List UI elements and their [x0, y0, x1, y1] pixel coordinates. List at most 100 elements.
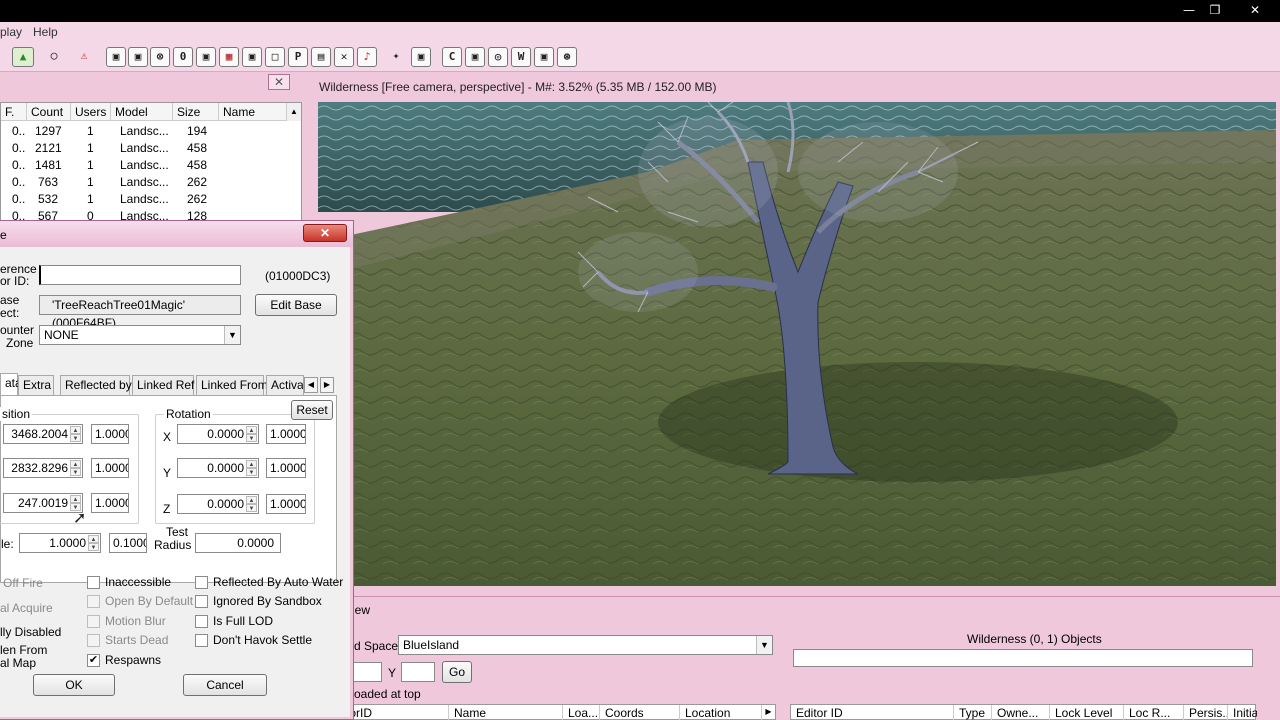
table-row[interactable]: 0.. 763 1 Landsc... 262	[1, 173, 287, 190]
position-z-scale[interactable]: 1.0000	[91, 493, 129, 513]
open-by-default-checkbox[interactable]	[87, 595, 100, 608]
column-header[interactable]: Initial	[1228, 705, 1257, 720]
maximize-icon[interactable]: ❐	[1204, 2, 1226, 18]
starts-dead-checkbox[interactable]	[87, 634, 100, 647]
cube-icon[interactable]: ▣	[106, 47, 126, 67]
tab-scroll-left-icon[interactable]: ◀	[304, 377, 318, 393]
room-icon[interactable]: ▤	[311, 47, 331, 67]
column-header[interactable]: Count	[27, 103, 71, 121]
spin-up-icon[interactable]: ▲	[70, 460, 81, 468]
close-icon[interactable]: ✕	[303, 224, 347, 242]
column-header[interactable]: Users	[71, 103, 111, 121]
marker-icon[interactable]: ⊗	[150, 47, 170, 67]
spin-up-icon[interactable]: ▲	[70, 495, 81, 503]
cube-icon[interactable]: ▣	[411, 47, 431, 67]
cube-icon[interactable]: ▣	[196, 47, 216, 67]
rotation-z-scale[interactable]: 1.0000	[266, 494, 306, 514]
spin-down-icon[interactable]: ▼	[246, 434, 257, 442]
scale-extra-input[interactable]: 0.1000	[109, 533, 147, 553]
column-header[interactable]: Persis...	[1184, 705, 1228, 720]
tab-scroll-right-icon[interactable]: ▶	[320, 377, 334, 393]
speech-icon[interactable]: ◯	[44, 47, 64, 67]
scroll-right-icon[interactable]: ▶	[762, 705, 775, 719]
column-header[interactable]: Location	[680, 705, 762, 720]
spin-down-icon[interactable]: ▼	[88, 543, 99, 551]
reference-id-input[interactable]	[39, 265, 241, 285]
column-header[interactable]: Coords	[600, 705, 680, 720]
spin-up-icon[interactable]: ▲	[246, 496, 257, 504]
dont-havok-settle-checkbox[interactable]	[195, 634, 208, 647]
chevron-down-icon[interactable]: ▼	[224, 326, 240, 344]
test-radius-input[interactable]: 0.0000	[195, 533, 281, 553]
column-header[interactable]: Loc R...	[1124, 705, 1184, 720]
rotation-y-input[interactable]: 0.0000 ▲ ▼	[177, 458, 259, 478]
reflected-by-auto-water-checkbox[interactable]	[195, 576, 208, 589]
spin-up-icon[interactable]: ▲	[88, 535, 99, 543]
edit-base-button[interactable]: Edit Base	[255, 294, 337, 316]
x-coord-input[interactable]	[350, 662, 382, 682]
minimize-icon[interactable]: —	[1178, 2, 1200, 18]
portal-icon[interactable]: P	[288, 47, 308, 67]
world-space-dropdown[interactable]: BlueIsland ▼	[398, 635, 773, 655]
encounter-zone-dropdown[interactable]: NONE ▼	[39, 325, 241, 345]
spin-down-icon[interactable]: ▼	[246, 504, 257, 512]
landscape-icon[interactable]: ▲	[12, 47, 34, 67]
column-header[interactable]: F.	[1, 103, 27, 121]
objects-filter-input[interactable]	[793, 649, 1253, 667]
tab-linked-ref[interactable]: Linked Ref	[132, 375, 194, 395]
column-header[interactable]: Size	[173, 103, 219, 121]
tab-reflected-by[interactable]: Reflected by	[60, 375, 132, 395]
column-header[interactable]: Type	[954, 705, 992, 720]
dialog-title-bar[interactable]: e ✕	[0, 221, 353, 247]
tab-activate[interactable]: Activat	[266, 375, 304, 395]
tree-icon[interactable]: ✦	[386, 47, 406, 67]
spin-up-icon[interactable]: ▲	[246, 426, 257, 434]
reset-button[interactable]: Reset	[291, 400, 333, 420]
spin-up-icon[interactable]: ▲	[246, 460, 257, 468]
position-y-scale[interactable]: 1.0000	[91, 458, 129, 478]
table-row[interactable]: 0.. 532 1 Landsc... 262	[1, 190, 287, 207]
column-header[interactable]: Lock Level	[1050, 705, 1124, 720]
ignored-by-sandbox-checkbox[interactable]	[195, 595, 208, 608]
column-header[interactable]: torID	[341, 705, 449, 720]
position-z-input[interactable]: 247.0019 ▲ ▼	[3, 493, 83, 513]
spin-down-icon[interactable]: ▼	[246, 468, 257, 476]
rotation-x-scale[interactable]: 1.0000	[266, 424, 306, 444]
column-header[interactable]: Loa...	[563, 705, 600, 720]
tab-linked-from[interactable]: Linked From	[196, 375, 268, 395]
spin-up-icon[interactable]: ▲	[70, 426, 81, 434]
table-row[interactable]: 0.. 1297 1 Landsc... 194	[1, 122, 287, 139]
tab-data[interactable]: ata	[0, 373, 22, 395]
world-icon[interactable]: ⊛	[557, 47, 577, 67]
is-full-lod-checkbox[interactable]	[195, 615, 208, 628]
respawns-checkbox[interactable]: ✔	[87, 654, 100, 667]
spin-down-icon[interactable]: ▼	[70, 468, 81, 476]
column-header[interactable]: Name	[449, 705, 563, 720]
close-icon[interactable]: ✕	[268, 74, 290, 90]
rotation-z-input[interactable]: 0.0000 ▲ ▼	[177, 494, 259, 514]
column-header[interactable]: Model	[111, 103, 173, 121]
collision-icon[interactable]: ✕	[334, 47, 354, 67]
scene-view[interactable]	[318, 102, 1276, 586]
grid-icon[interactable]: ▦	[219, 47, 239, 67]
zero-icon[interactable]: 0	[173, 47, 193, 67]
sound-icon[interactable]: ♪	[357, 47, 377, 67]
position-x-input[interactable]: 3468.2004 ▲ ▼	[3, 424, 83, 444]
column-header[interactable]: Editor ID	[791, 705, 954, 720]
column-header[interactable]: Name	[219, 103, 287, 121]
cancel-button[interactable]: Cancel	[183, 674, 267, 696]
cube-icon[interactable]: ▣	[465, 47, 485, 67]
navmesh-icon[interactable]: ⚠	[74, 47, 94, 67]
ok-button[interactable]: OK	[33, 674, 115, 696]
position-y-input[interactable]: 2832.8296 ▲ ▼	[3, 458, 83, 478]
scroll-up-icon[interactable]: ▲	[287, 103, 301, 121]
position-x-scale[interactable]: 1.0000	[91, 424, 129, 444]
table-row[interactable]: 0.. 2121 1 Landsc... 458	[1, 139, 287, 156]
box-icon[interactable]: □	[265, 47, 285, 67]
menu-display[interactable]: play	[0, 25, 22, 39]
table-row[interactable]: 0.. 1481 1 Landsc... 458	[1, 156, 287, 173]
scale-input[interactable]: 1.0000 ▲ ▼	[19, 533, 101, 553]
rotation-x-input[interactable]: 0.0000 ▲ ▼	[177, 424, 259, 444]
chevron-down-icon[interactable]: ▼	[756, 636, 772, 654]
y-coord-input[interactable]	[401, 662, 435, 682]
